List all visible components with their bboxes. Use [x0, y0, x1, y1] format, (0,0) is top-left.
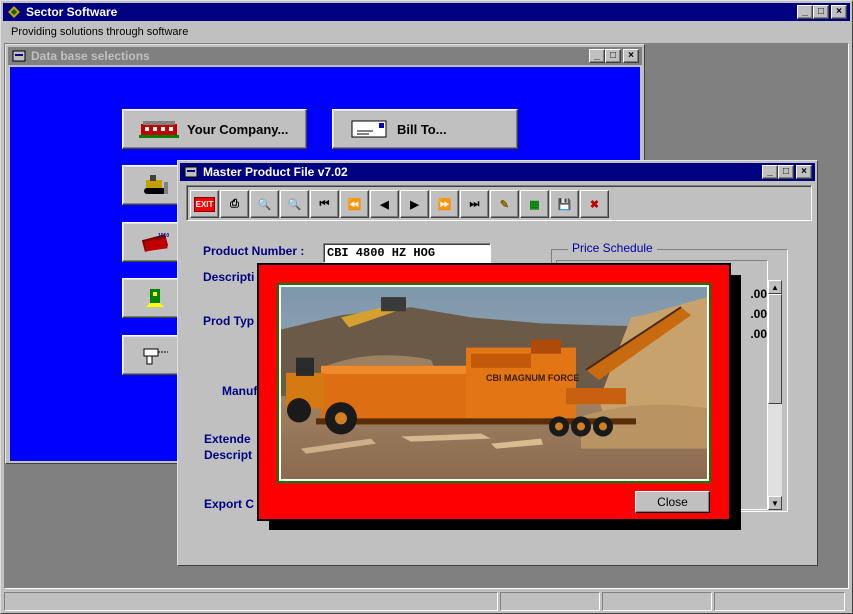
prev-record-icon: ◀: [380, 198, 389, 211]
tools-button[interactable]: [122, 335, 182, 375]
prev-record-button[interactable]: ◀: [370, 190, 399, 218]
bulldozer-icon: [137, 173, 175, 197]
fast-forward-icon: ⏩: [437, 198, 452, 211]
status-panel-main: [4, 592, 498, 611]
product-number-field[interactable]: CBI 4800 HZ HOG: [323, 243, 491, 263]
edit-button[interactable]: ✎: [490, 190, 519, 218]
mpf-title: Master Product File v7.02: [203, 165, 348, 179]
app-logo-icon: [7, 5, 21, 19]
scroll-up-arrow-icon[interactable]: ▲: [768, 280, 782, 294]
tagline: Providing solutions through software: [11, 26, 189, 38]
magnifier-icon: 🔍: [257, 198, 272, 211]
grid-button[interactable]: ▦: [520, 190, 549, 218]
mpf-close-button[interactable]: ×: [796, 165, 812, 179]
tag-icon: [137, 286, 175, 310]
fast-forward-button[interactable]: ⏩: [430, 190, 459, 218]
description-label: Descripti: [203, 270, 255, 284]
your-company-button[interactable]: Your Company...: [122, 109, 307, 149]
mpf-toolbar: EXIT ⎙ 🔍 🔍 ⏮ ⏪ ◀ ▶ ⏩ ⏭ ✎ ▦ 💾 ✖: [186, 185, 812, 221]
exit-icon: EXIT: [193, 196, 216, 212]
window-icon: [12, 49, 26, 63]
extended-label: Extende: [204, 432, 251, 446]
db-maximize-button[interactable]: □: [605, 49, 621, 63]
status-panel-3: [602, 592, 712, 611]
product-photo: CBI MAGNUM FORCE: [281, 287, 707, 479]
next-record-button[interactable]: ▶: [400, 190, 429, 218]
last-record-button[interactable]: ⏭: [460, 190, 489, 218]
minimize-button[interactable]: _: [797, 5, 813, 19]
mpf-minimize-button[interactable]: _: [762, 165, 778, 179]
svg-text:1010: 1010: [158, 233, 169, 239]
rewind-icon: ⏪: [347, 198, 362, 211]
first-record-button[interactable]: ⏮: [310, 190, 339, 218]
mpf-title-bar[interactable]: Master Product File v7.02 _ □ ×: [180, 163, 815, 181]
find-button[interactable]: 🔍: [250, 190, 279, 218]
your-company-label: Your Company...: [187, 121, 289, 137]
delete-icon: ✖: [589, 198, 600, 211]
rewind-button[interactable]: ⏪: [340, 190, 369, 218]
envelope-icon: [347, 117, 391, 141]
products-button[interactable]: [122, 165, 182, 205]
db-minimize-button[interactable]: _: [589, 49, 605, 63]
print-button[interactable]: ⎙: [220, 190, 249, 218]
window-icon: [184, 165, 198, 179]
drill-icon: [137, 343, 175, 367]
close-button[interactable]: ×: [831, 5, 847, 19]
status-panel-4: [714, 592, 845, 611]
export-label: Export C: [204, 497, 255, 511]
maximize-button[interactable]: □: [813, 5, 829, 19]
db-title: Data base selections: [31, 49, 150, 63]
mpf-maximize-button[interactable]: □: [778, 165, 794, 179]
bill-to-button[interactable]: Bill To...: [332, 109, 518, 149]
price-schedule-legend: Price Schedule: [568, 241, 657, 255]
prod-type-label: Prod Typ: [203, 314, 255, 328]
edit-icon: ✎: [499, 198, 510, 211]
db-close-button[interactable]: ×: [623, 49, 639, 63]
close-popup-button[interactable]: Close: [635, 491, 710, 513]
tags-button[interactable]: [122, 278, 182, 318]
magnifier-next-icon: 🔍: [287, 198, 302, 211]
status-bar: [4, 592, 849, 611]
price-scrollbar[interactable]: ▲ ▼: [768, 280, 782, 510]
save-button[interactable]: 💾: [550, 190, 579, 218]
bill-to-label: Bill To...: [397, 121, 447, 137]
machine-brand-label: CBI MAGNUM FORCE: [486, 373, 579, 383]
printer-icon: ⎙: [230, 197, 239, 210]
first-record-icon: ⏮: [319, 197, 330, 210]
find-next-button[interactable]: 🔍: [280, 190, 309, 218]
scroll-down-arrow-icon[interactable]: ▼: [768, 496, 782, 510]
grid-icon: ▦: [529, 198, 540, 211]
app-title: Sector Software: [26, 5, 118, 19]
next-record-icon: ▶: [410, 198, 419, 211]
building-icon: [137, 117, 181, 141]
main-title-bar[interactable]: Sector Software _ □ ×: [3, 3, 850, 21]
scroll-thumb[interactable]: [768, 294, 782, 404]
product-number-label: Product Number :: [203, 244, 305, 258]
db-title-bar[interactable]: Data base selections _ □ ×: [8, 47, 642, 65]
last-record-icon: ⏭: [469, 197, 480, 210]
inventory-button[interactable]: 1010: [122, 222, 182, 262]
product-photo-frame: CBI MAGNUM FORCE: [277, 283, 711, 483]
status-panel-2: [500, 592, 600, 611]
exit-button[interactable]: EXIT: [190, 190, 219, 218]
product-image-popup: CBI MAGNUM FORCE Close: [257, 263, 731, 521]
books-icon: 1010: [137, 230, 175, 254]
save-icon: 💾: [557, 198, 572, 211]
delete-button[interactable]: ✖: [580, 190, 609, 218]
description2-label: Descript: [204, 448, 253, 462]
